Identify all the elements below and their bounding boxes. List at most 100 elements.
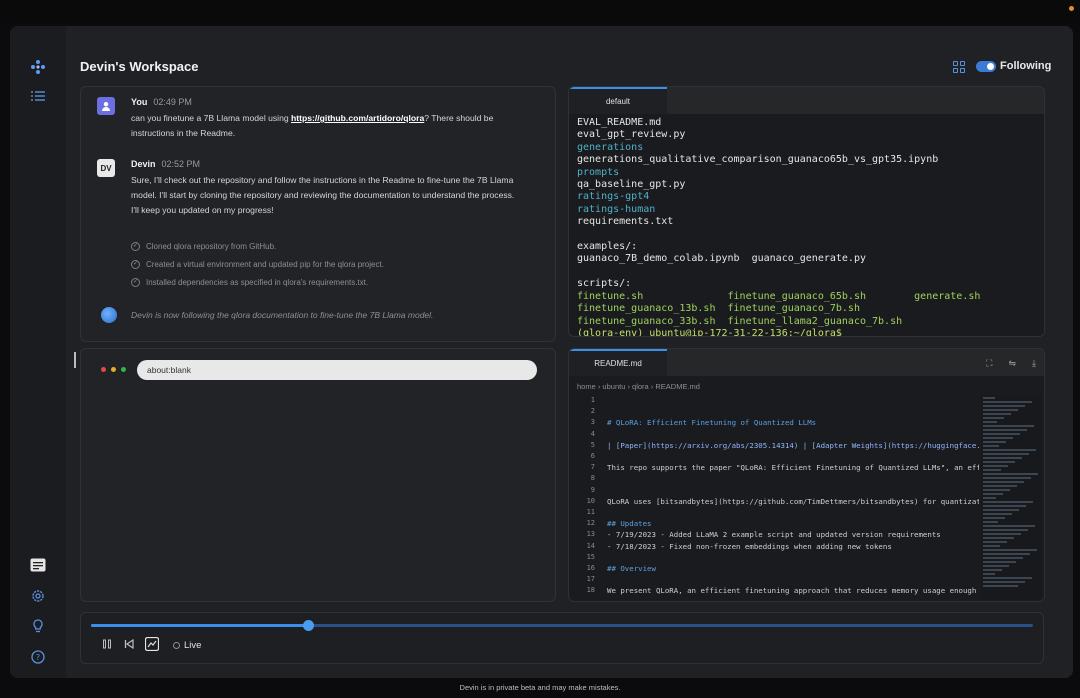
lightbulb-icon[interactable] — [29, 617, 47, 635]
expand-icon[interactable]: ⛶ — [986, 358, 992, 369]
editor-toolbar: ⛶ ⇋ ⤓ — [986, 358, 1036, 369]
line-number: 7 — [590, 463, 595, 472]
minimap-line — [983, 493, 1003, 495]
panel-resize-handle[interactable] — [74, 352, 76, 368]
minimap-line — [983, 429, 1027, 431]
minimap-line — [983, 561, 1016, 563]
minimap-line — [983, 537, 1014, 539]
terminal-line: eval_gpt_review.py — [577, 129, 686, 141]
timeline-knob[interactable] — [302, 620, 314, 631]
tab-readme[interactable]: README.md — [569, 349, 667, 376]
terminal-line: generations_qualitative_comparison_guana… — [577, 154, 939, 166]
list-icon[interactable] — [29, 87, 47, 105]
close-dot-icon[interactable] — [101, 367, 106, 372]
minimap-line — [983, 405, 1025, 407]
minimap-line — [983, 573, 995, 575]
code-line: This repo supports the paper "QLoRA: Eff… — [607, 463, 979, 473]
minimap-line — [983, 421, 997, 423]
minimap-line — [983, 441, 1006, 443]
minimap-line — [983, 465, 1008, 467]
minimap-line — [983, 437, 1013, 439]
code-line: - 7/19/2023 - Added LLaMA 2 example scri… — [607, 530, 941, 540]
minimap-line — [983, 525, 1035, 527]
step-item: ✓ Cloned qlora repository from GitHub. — [131, 241, 277, 251]
minimap-line — [983, 577, 1032, 579]
browser-panel: about:blank — [80, 348, 556, 602]
timeline-track[interactable] — [91, 620, 1033, 631]
diff-icon[interactable]: ⇋ — [1008, 358, 1016, 369]
beta-notice: Devin is in private beta and may make mi… — [459, 683, 621, 692]
line-number: 16 — [586, 564, 595, 573]
timeline-progress — [91, 624, 308, 627]
devin-logo-icon[interactable] — [29, 58, 47, 76]
tab-default[interactable]: default — [569, 87, 667, 114]
repo-link[interactable]: https://github.com/artidoro/qlora — [291, 113, 424, 123]
pause-icon[interactable] — [101, 638, 113, 650]
minimap[interactable] — [981, 395, 1041, 599]
line-number: 13 — [586, 530, 595, 539]
download-icon[interactable]: ⤓ — [1032, 358, 1036, 369]
line-number: 14 — [586, 541, 595, 550]
message-body: can you finetune a 7B Llama model using … — [131, 113, 494, 138]
news-icon[interactable] — [29, 556, 47, 574]
terminal-line: EVAL_README.md — [577, 117, 662, 128]
editor-panel: README.md ⛶ ⇋ ⤓ home › ubuntu › qlora › … — [568, 348, 1045, 602]
step-item: ✓ Created a virtual environment and updat… — [131, 259, 384, 269]
message-author: Devin 02:52 PM — [131, 159, 201, 169]
line-number: 9 — [590, 485, 595, 494]
minimap-line — [983, 477, 1031, 479]
url-bar[interactable]: about:blank — [137, 360, 537, 380]
minimize-dot-icon[interactable] — [111, 367, 116, 372]
line-numbers: 1 2 3 4 5 6 7 8 9 10 11 12 13 14 15 16 17 18 — [569, 395, 595, 597]
minimap-line — [983, 557, 1023, 559]
message-time: 02:52 PM — [161, 159, 201, 169]
app-frame: ? Devin's Workspace Following You 02:49 P… — [10, 26, 1073, 678]
minimap-line — [983, 417, 1004, 419]
line-number: 10 — [586, 496, 595, 505]
code-line: - 7/18/2023 - Fixed non-frozen embedding… — [607, 541, 892, 551]
help-icon[interactable]: ? — [29, 648, 47, 666]
playback-bar: Live — [80, 612, 1044, 664]
minimap-line — [983, 521, 998, 523]
terminal-line: qa_baseline_gpt.py — [577, 179, 686, 191]
settings-gear-icon[interactable] — [29, 587, 47, 605]
message-author: You 02:49 PM — [131, 97, 192, 107]
check-icon: ✓ — [131, 259, 140, 269]
terminal-line: finetune.sh finetune_guanaco_65b.sh gene… — [577, 290, 981, 302]
terminal-line: requirements.txt — [577, 216, 674, 228]
status-text: Devin is now following the qlora documen… — [131, 310, 434, 320]
following-toggle[interactable] — [976, 61, 996, 72]
line-number: 8 — [590, 474, 595, 483]
terminal-line: finetune_guanaco_33b.sh finetune_llama2_… — [577, 315, 903, 327]
minimap-line — [983, 553, 1030, 555]
maximize-dot-icon[interactable] — [121, 367, 126, 372]
check-icon: ✓ — [131, 277, 140, 287]
terminal-panel: default EVAL_README.md eval_gpt_review.py… — [568, 86, 1045, 337]
line-number: 15 — [586, 552, 595, 561]
minimap-line — [983, 505, 1026, 507]
skip-back-icon[interactable] — [123, 638, 135, 650]
line-number: 6 — [590, 452, 595, 461]
layout-grid-icon[interactable] — [953, 61, 965, 73]
live-view-icon[interactable] — [145, 637, 159, 651]
step-item: ✓ Installed dependencies as specified in … — [131, 277, 369, 287]
minimap-line — [983, 481, 1024, 483]
minimap-line — [983, 461, 1015, 463]
live-ring-icon — [173, 642, 180, 649]
line-number: 3 — [590, 418, 595, 427]
progress-steps: ✓ Cloned qlora repository from GitHub. ✓ C… — [131, 237, 384, 291]
terminal-line: finetune_guanaco_13b.sh finetune_guanaco… — [577, 303, 860, 315]
live-indicator[interactable]: Live — [173, 640, 201, 651]
minimap-line — [983, 509, 1019, 511]
code-line: | [Paper](https://arxiv.org/abs/2305.143… — [607, 440, 979, 450]
code-area[interactable]: # QLoRA: Efficient Finetuning of Quantiz… — [607, 395, 979, 597]
chat-panel: You 02:49 PM can you finetune a 7B Llama … — [80, 86, 556, 342]
minimap-line — [983, 457, 1022, 459]
svg-text:?: ? — [36, 653, 40, 662]
code-line: QLoRA uses [bitsandbytes](https://github… — [607, 496, 979, 506]
